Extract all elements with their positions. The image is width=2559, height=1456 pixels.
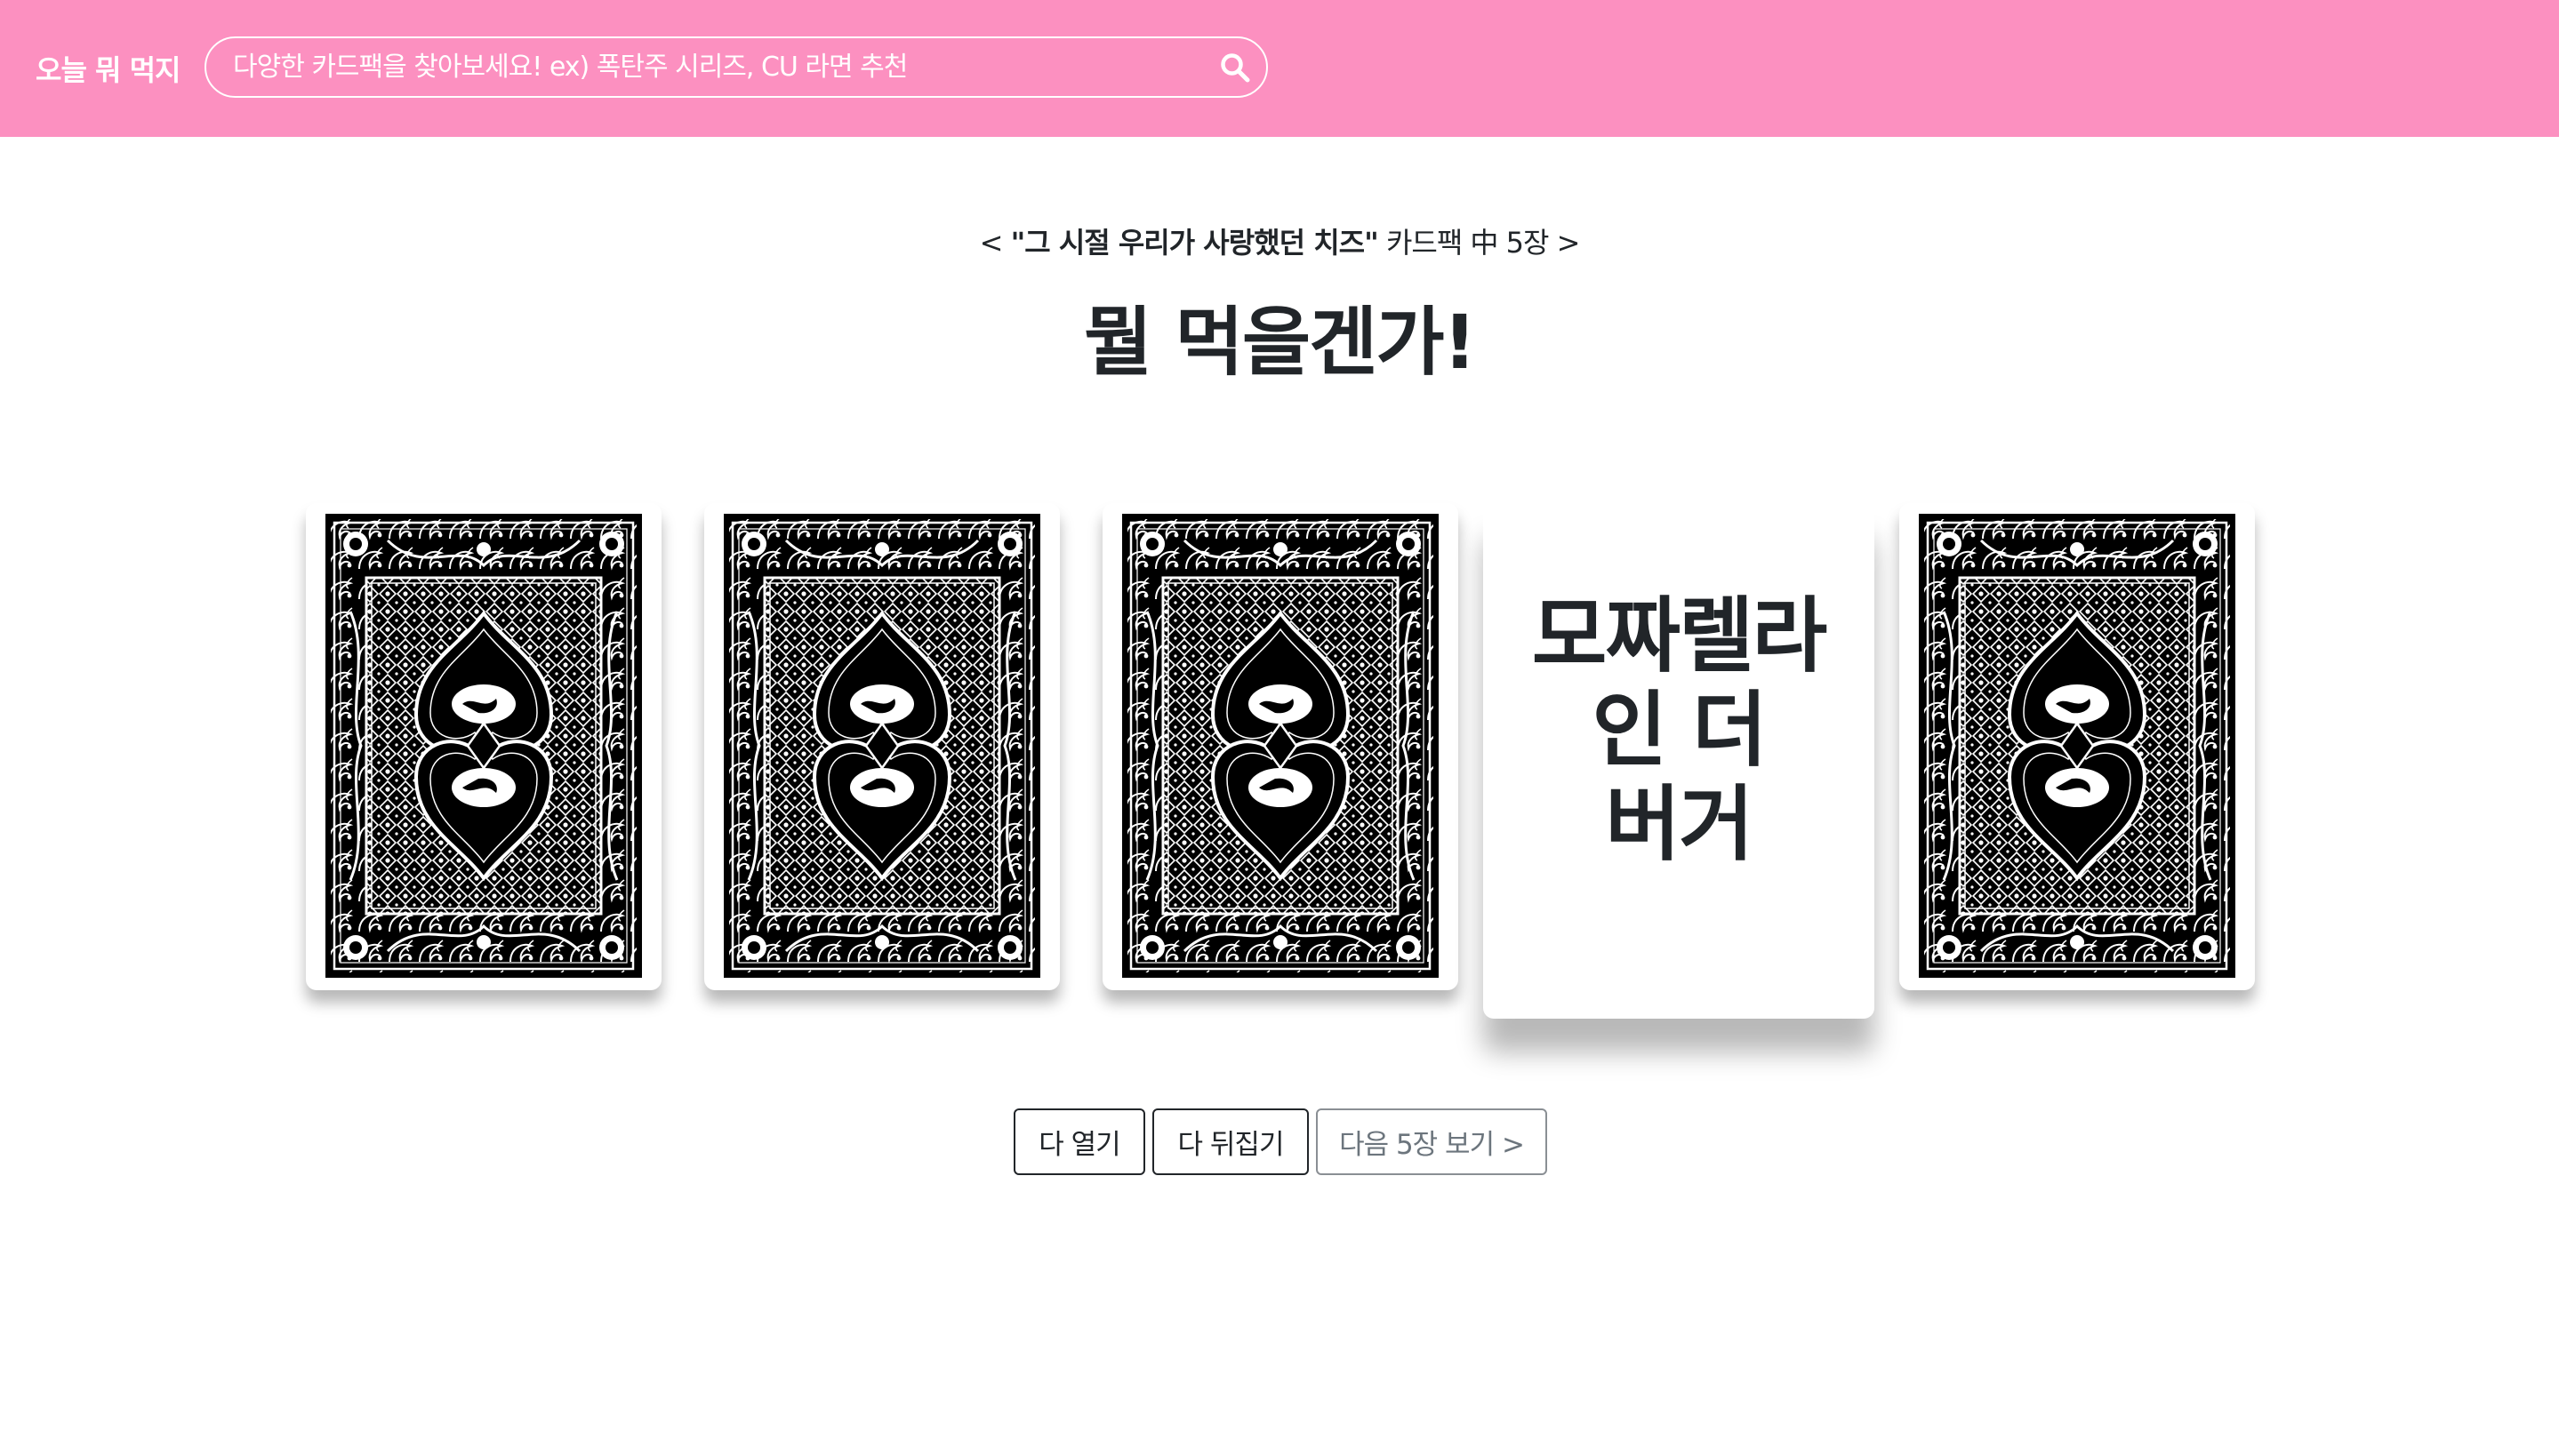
card-pack-name: "그 시절 우리가 사랑했던 치즈" xyxy=(1010,226,1379,260)
card-back-pattern-icon xyxy=(1122,514,1439,978)
card-open-4[interactable]: 모짜렐라 인 더 버거 xyxy=(1483,505,1874,1019)
card-back-2[interactable] xyxy=(704,503,1060,990)
card-back-1[interactable] xyxy=(306,503,662,990)
search-input[interactable] xyxy=(206,38,1204,96)
card-back-pattern-icon xyxy=(1919,514,2235,978)
flip-all-button[interactable]: 다 뒤집기 xyxy=(1152,1108,1309,1175)
page-title: 뭘 먹을겐가! xyxy=(1084,299,1477,386)
search-bar xyxy=(205,36,1268,98)
subtitle-prefix: < xyxy=(979,226,1011,260)
card-back-pattern-icon xyxy=(325,514,642,978)
card-back-pattern-icon xyxy=(724,514,1040,978)
open-all-button[interactable]: 다 열기 xyxy=(1014,1108,1145,1175)
card-menu-name: 모짜렐라 인 더 버거 xyxy=(1531,588,1828,872)
subtitle-suffix: 카드팩 中 5장 > xyxy=(1377,226,1580,260)
brand-logo[interactable]: 오늘 뭐 먹지 xyxy=(36,48,180,89)
top-navbar: 오늘 뭐 먹지 xyxy=(0,0,2559,137)
card-pack-subtitle: < "그 시절 우리가 사랑했던 치즈" 카드팩 中 5장 > xyxy=(0,220,2559,261)
search-icon[interactable] xyxy=(1204,38,1266,96)
card-back-3[interactable] xyxy=(1103,503,1458,990)
card-back-5[interactable] xyxy=(1899,503,2255,990)
next-five-button[interactable]: 다음 5장 보기 > xyxy=(1316,1108,1547,1175)
